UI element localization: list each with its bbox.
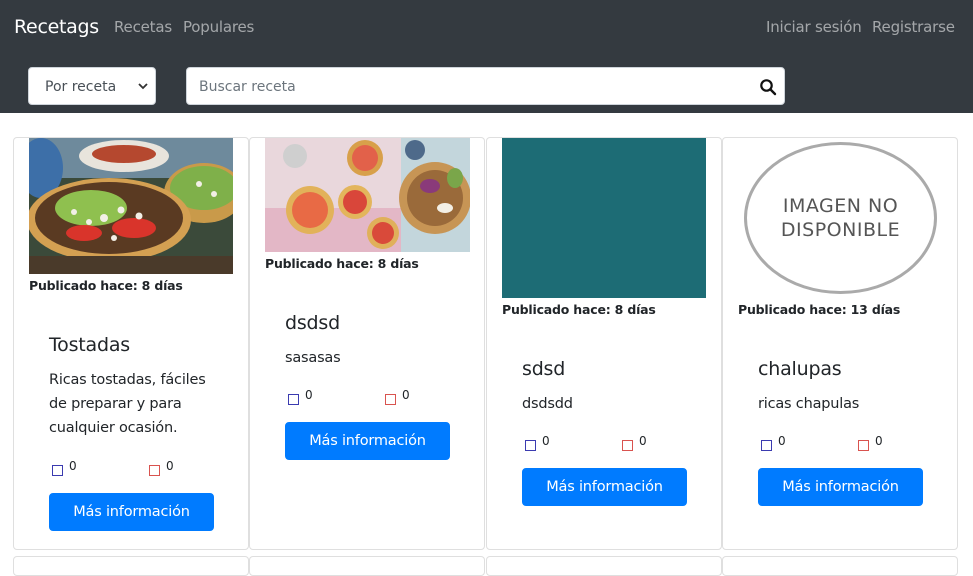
dislike-icon[interactable] (385, 394, 396, 405)
like-icon[interactable] (761, 440, 772, 451)
dislike-count: 0 (166, 459, 174, 473)
recipe-card (722, 556, 958, 576)
recipe-title: Tostadas (49, 334, 130, 356)
image-unavailable-text: IMAGEN NO DISPONIBLE (780, 195, 901, 241)
recipe-image[interactable] (265, 138, 470, 252)
recipe-card: Publicado hace: 8 días dsdsd sasasas 0 0… (249, 137, 485, 550)
recipe-image[interactable] (29, 138, 233, 274)
dislike-icon[interactable] (149, 465, 160, 476)
chevron-down-icon (138, 83, 148, 90)
dislike-count: 0 (402, 388, 410, 402)
recipe-description: sasasas (285, 350, 341, 366)
search-box (186, 67, 785, 105)
like-icon[interactable] (288, 394, 299, 405)
recipe-card: IMAGEN NO DISPONIBLE Publicado hace: 13 … (722, 137, 958, 550)
recipe-description: Ricas tostadas, fáciles de preparar y pa… (49, 372, 206, 436)
nav-link-populares[interactable]: Populares (183, 18, 254, 36)
brand-logo[interactable]: Recetags (14, 16, 99, 38)
recipe-card: Publicado hace: 8 días sdsd dsdsdd 0 0 M… (486, 137, 722, 550)
like-count: 0 (778, 434, 786, 448)
published-date: Publicado hace: 8 días (265, 256, 419, 271)
search-filter-value: Por receta (45, 79, 117, 95)
login-link[interactable]: Iniciar sesión (766, 18, 862, 36)
image-unavailable-placeholder[interactable]: IMAGEN NO DISPONIBLE (738, 138, 942, 298)
recipe-card (249, 556, 485, 576)
more-info-button[interactable]: Más información (285, 422, 450, 460)
recipe-title: sdsd (522, 358, 566, 380)
search-input[interactable] (199, 77, 739, 97)
like-count: 0 (542, 434, 550, 448)
dislike-icon[interactable] (622, 440, 633, 451)
recipe-title: dsdsd (285, 312, 340, 334)
published-date: Publicado hace: 8 días (502, 302, 656, 317)
dislike-count: 0 (639, 434, 647, 448)
published-date: Publicado hace: 13 días (738, 302, 901, 317)
nav-link-recetas[interactable]: Recetas (114, 18, 172, 36)
more-info-button[interactable]: Más información (522, 468, 687, 506)
recipe-card (13, 556, 249, 576)
register-link[interactable]: Registrarse (872, 18, 955, 36)
recipe-description: ricas chapulas (758, 396, 860, 412)
recipe-title: chalupas (758, 358, 842, 380)
recipe-card (486, 556, 722, 576)
more-info-button[interactable]: Más información (49, 493, 214, 531)
recipe-image[interactable] (502, 138, 706, 298)
like-icon[interactable] (525, 440, 536, 451)
like-icon[interactable] (52, 465, 63, 476)
dislike-icon[interactable] (858, 440, 869, 451)
recipe-description: dsdsdd (522, 396, 573, 412)
more-info-button[interactable]: Más información (758, 468, 923, 506)
dislike-count: 0 (875, 434, 883, 448)
search-filter-select[interactable]: Por receta (28, 67, 156, 105)
search-icon[interactable] (759, 78, 777, 96)
recipe-card: Publicado hace: 8 días Tostadas Ricas to… (13, 137, 249, 550)
like-count: 0 (305, 388, 313, 402)
published-date: Publicado hace: 8 días (29, 278, 183, 293)
navbar: Recetags Recetas Populares Iniciar sesió… (0, 0, 973, 113)
like-count: 0 (69, 459, 77, 473)
